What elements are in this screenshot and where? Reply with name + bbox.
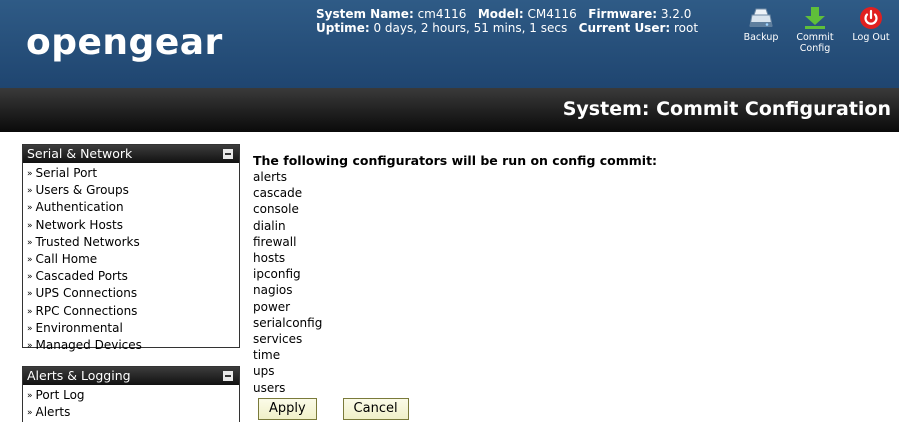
system-info: System Name: cm4116 Model: CM4116 Firmwa… [316,7,698,35]
double-chevron-icon: » [27,220,33,231]
page-title: System: Commit Configuration [562,98,891,120]
double-chevron-icon: » [27,272,33,283]
model-label: Model: [477,7,524,21]
logout-button[interactable]: Log Out [847,6,895,43]
configurator-item: services [253,332,303,347]
current-user-label: Current User: [578,21,671,35]
main-content: The following configurators will be run … [253,153,658,420]
backup-button[interactable]: Backup [742,6,780,43]
configurator-item: time [253,348,281,363]
cancel-button[interactable]: Cancel [342,398,409,420]
configurator-item: alerts [253,170,287,184]
double-chevron-icon: » [27,408,33,419]
configurator-list: alerts cascade console dialin firewall h… [253,169,657,396]
system-name-value: cm4116 [417,7,467,21]
configurator-item: cascade [253,186,303,201]
configurator-item: serialconfig [253,315,323,330]
sidebar-item-ups-connections[interactable]: » UPS Connections [27,285,239,302]
current-user-value: root [674,21,699,35]
sidebar-item-port-log[interactable]: » Port Log [27,387,239,404]
configurator-item: ups [253,364,275,379]
serial-network-title: Serial & Network [27,146,133,161]
firmware-label: Firmware: [588,7,658,21]
double-chevron-icon: » [27,323,33,334]
sidebar-item-network-hosts[interactable]: » Network Hosts [27,217,239,234]
configurator-item: ipconfig [253,267,301,282]
download-arrow-icon [805,7,825,29]
sidebar-item-serial-port[interactable]: » Serial Port [27,165,239,182]
configurators-intro: The following configurators will be run … [253,153,658,168]
double-chevron-icon: » [27,203,33,214]
configurator-item: nagios [253,283,293,298]
double-chevron-icon: » [27,169,33,179]
backup-label: Backup [743,32,779,43]
double-chevron-icon: » [27,391,33,401]
alerts-logging-panel: Alerts & Logging » Port Log » Alerts [22,366,240,422]
double-chevron-icon: » [27,341,33,352]
commit-config-button[interactable]: Commit Config [795,6,835,54]
sidebar-item-authentication[interactable]: » Authentication [27,199,239,216]
double-chevron-icon: » [27,186,33,197]
sidebar-item-environmental[interactable]: » Environmental [27,320,239,337]
configurator-item: users [253,380,286,395]
logout-label: Log Out [852,32,890,43]
sidebar-item-users-groups[interactable]: » Users & Groups [27,182,239,199]
sidebar-item-trusted-networks[interactable]: » Trusted Networks [27,234,239,251]
sidebar-item-managed-devices[interactable]: » Managed Devices [27,337,239,354]
alerts-logging-title: Alerts & Logging [27,368,131,383]
configurator-item: power [253,299,291,314]
sidebar-item-rpc-connections[interactable]: » RPC Connections [27,303,239,320]
configurator-item: firewall [253,234,297,249]
backup-drive-icon [749,8,773,27]
form-actions: Apply Cancel [258,398,409,420]
sidebar-item-cascaded-ports[interactable]: » Cascaded Ports [27,268,239,285]
serial-network-header: Serial & Network [23,145,239,163]
apply-button[interactable]: Apply [258,398,317,420]
collapse-icon[interactable] [223,149,233,159]
configurator-item: console [253,202,299,217]
configurator-item: hosts [253,251,286,266]
model-value: CM4116 [527,7,577,21]
commit-label-line2: Config [799,43,831,54]
alerts-logging-header: Alerts & Logging [23,367,239,385]
title-bar: System: Commit Configuration [0,88,899,132]
double-chevron-icon: » [27,306,33,317]
logo: opengear [26,22,223,63]
sidebar-item-alerts[interactable]: » Alerts [27,404,239,421]
commit-label-line1: Commit [796,32,834,43]
system-name-label: System Name: [316,7,414,21]
uptime-value: 0 days, 2 hours, 51 mins, 1 secs [373,21,568,35]
double-chevron-icon: » [27,237,33,248]
power-icon [860,7,882,29]
uptime-label: Uptime: [316,21,370,35]
header: opengear System Name: cm4116 Model: CM41… [0,0,899,88]
sidebar-item-call-home[interactable]: » Call Home [27,251,239,268]
firmware-value: 3.2.0 [660,7,692,21]
double-chevron-icon: » [27,255,33,266]
collapse-icon[interactable] [223,371,233,381]
configurator-item: dialin [253,218,286,233]
serial-network-panel: Serial & Network » Serial Port » Users & G… [22,144,240,352]
double-chevron-icon: » [27,289,33,300]
